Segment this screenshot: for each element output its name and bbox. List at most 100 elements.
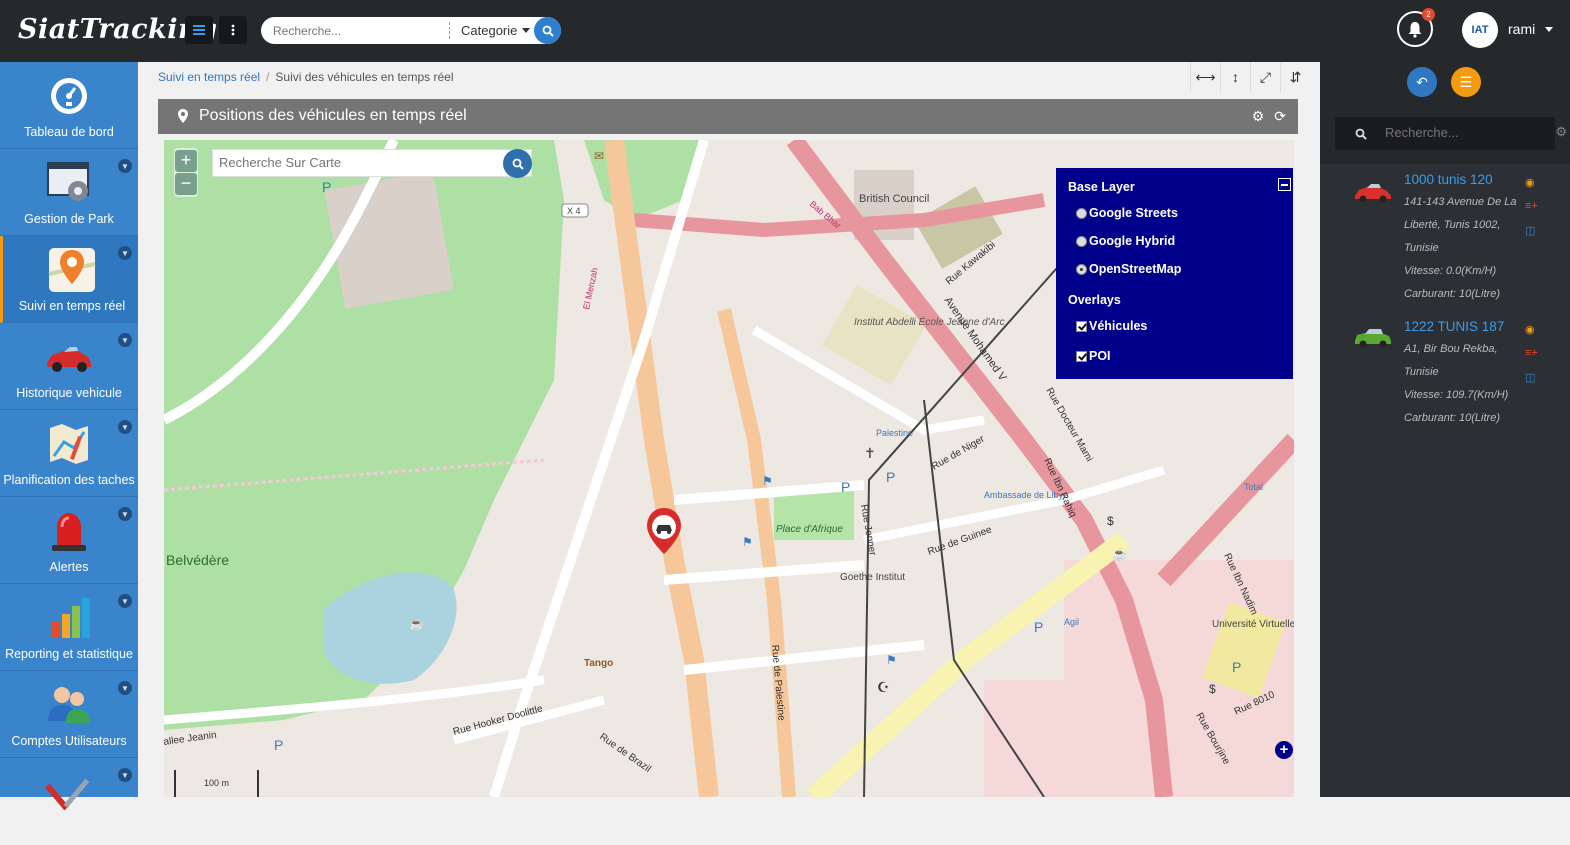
scale-label: 100 m <box>204 778 230 788</box>
vehicle-name-link[interactable]: 1222 TUNIS 187 <box>1404 319 1504 334</box>
user-menu-caret-icon[interactable] <box>1545 27 1553 32</box>
sidebar-item-history[interactable]: ▼ Historique vehicule <box>0 323 138 410</box>
parking-icon: P <box>322 179 331 195</box>
radio-button[interactable] <box>1076 207 1087 219</box>
fullscreen-icon[interactable]: ⤢ <box>1250 62 1280 92</box>
checkbox-checked[interactable] <box>1076 320 1087 332</box>
sidebar-item-users[interactable]: ▼ Comptes Utilisateurs <box>0 671 138 758</box>
speedometer-icon[interactable]: ◉ <box>1525 176 1535 189</box>
chevron-down-icon[interactable]: ▼ <box>118 768 132 782</box>
map-label: Total <box>1244 482 1263 492</box>
sidebar-item-realtime[interactable]: ▼ Suivi en temps réel <box>0 236 138 323</box>
gear-icon[interactable]: ⚙ <box>1555 124 1567 140</box>
sidebar-item-label: Gestion de Park <box>24 212 114 226</box>
map-label: Rue Jenner <box>858 504 878 557</box>
overlay-option[interactable]: Véhicules <box>1076 319 1147 333</box>
map-label: Rue Docteur Mami <box>1043 386 1094 464</box>
dashboard-icon <box>51 78 87 114</box>
add-list-icon[interactable]: ≡+ <box>1525 200 1538 212</box>
map-label: Rue Ibn Rahiq <box>1041 457 1078 520</box>
undo-arrow-icon: ↶ <box>1416 73 1428 90</box>
user-name[interactable]: rami <box>1508 21 1535 37</box>
more-options-button[interactable] <box>219 16 247 44</box>
overlay-option[interactable]: POI <box>1076 349 1111 363</box>
map-label: Rue de Brazil <box>597 731 652 774</box>
sidebar-item-label: Comptes Utilisateurs <box>11 734 127 748</box>
search-icon <box>542 25 554 37</box>
zoom-in-button[interactable]: + <box>175 150 197 172</box>
breadcrumb-separator: / <box>266 70 270 84</box>
back-button[interactable]: ↶ <box>1407 67 1437 97</box>
user-avatar[interactable]: IAT <box>1462 12 1498 48</box>
speedometer-icon[interactable]: ◉ <box>1525 323 1535 336</box>
notifications-button[interactable]: 2 <box>1397 8 1435 47</box>
sidebar-item-reporting[interactable]: ▼ Reporting et statistique <box>0 584 138 671</box>
map-search-input[interactable] <box>219 155 499 170</box>
vehicle-speed: Vitesse: 109.7(Km/H) <box>1404 389 1509 401</box>
sidebar-item-dashboard[interactable]: Tableau de bord <box>0 62 138 149</box>
map-marker-icon <box>178 109 188 123</box>
minimize-icon[interactable] <box>1278 178 1291 191</box>
refresh-icon[interactable]: ⟳ <box>1274 108 1286 125</box>
base-layer-option[interactable]: Google Hybrid <box>1076 234 1175 248</box>
sidebar-item-planning[interactable]: ▼ Planification des taches <box>0 410 138 497</box>
car-icon <box>1355 184 1391 203</box>
road <box>863 465 1166 545</box>
add-layer-button[interactable]: + <box>1275 741 1293 759</box>
breadcrumb-root-link[interactable]: Suivi en temps réel <box>158 70 260 84</box>
base-layer-option[interactable]: OpenStreetMap <box>1076 262 1181 276</box>
hamburger-icon <box>193 25 205 35</box>
checkbox-checked[interactable] <box>1076 350 1087 362</box>
chevron-down-icon[interactable]: ▼ <box>118 246 132 260</box>
list-icon: ☰ <box>1459 73 1473 90</box>
sidebar-item-tools[interactable]: ▼ <box>0 758 138 845</box>
list-menu-button[interactable]: ☰ <box>1451 67 1481 97</box>
chevron-down-icon[interactable]: ▼ <box>118 420 132 434</box>
view-toolbar: ⟷ ↕ ⤢ ⇵ <box>1190 62 1310 92</box>
map-label: Belvédère <box>166 552 229 568</box>
map-search-button[interactable] <box>503 149 532 178</box>
menu-toggle-button[interactable] <box>185 16 213 44</box>
map-label: Place d'Afrique <box>776 524 843 535</box>
breadcrumb-current: Suivi des véhicules en temps réel <box>275 70 454 84</box>
expand-vertical-icon[interactable]: ↕ <box>1220 62 1250 92</box>
map-label: Agil <box>1064 617 1079 627</box>
search-icon <box>512 158 524 170</box>
sidebar-item-alerts[interactable]: ▼ Alertes <box>0 497 138 584</box>
category-select[interactable]: Categorie <box>461 23 517 38</box>
breadcrumb: Suivi en temps réel / Suivi des véhicules … <box>158 70 453 84</box>
chevron-down-icon[interactable]: ▼ <box>118 594 132 608</box>
sort-icon[interactable]: ⇵ <box>1280 62 1310 92</box>
add-list-icon[interactable]: ≡+ <box>1525 347 1538 359</box>
bank-icon: $ <box>1209 682 1216 696</box>
radio-button[interactable] <box>1076 235 1087 247</box>
global-search-bar: Categorie <box>261 17 561 44</box>
chevron-down-icon[interactable]: ▼ <box>118 159 132 173</box>
expand-horizontal-icon[interactable]: ⟷ <box>1190 62 1220 92</box>
cafe-icon: ☕ <box>1112 546 1127 561</box>
radio-button-selected[interactable] <box>1076 263 1087 275</box>
map-canvas[interactable]: British Council Institut Abdelli École J… <box>164 140 1294 797</box>
settings-gear-icon[interactable]: ⚙ <box>1252 108 1265 125</box>
caret-down-icon[interactable] <box>522 28 530 33</box>
chevron-down-icon[interactable]: ▼ <box>118 333 132 347</box>
vehicle-fuel: Carburant: 10(Litre) <box>1404 288 1500 300</box>
map-plan-icon <box>50 424 88 464</box>
sidebar-item-park[interactable]: ▼ Gestion de Park <box>0 149 138 236</box>
base-layer-option[interactable]: Google Streets <box>1076 206 1178 220</box>
mail-icon: ✉ <box>594 149 604 163</box>
layer-switcher: Base Layer Google Streets Google Hybrid … <box>1056 168 1293 379</box>
global-search-input[interactable] <box>273 21 443 40</box>
vehicle-address: 141-143 Avenue De La <box>1404 196 1517 208</box>
vehicle-search-input[interactable] <box>1385 125 1525 140</box>
zoom-out-button[interactable]: − <box>175 173 197 195</box>
global-search-button[interactable] <box>534 17 561 44</box>
vehicle-name-link[interactable]: 1000 tunis 120 <box>1404 172 1493 187</box>
vehicle-address: Tunisie <box>1404 366 1439 378</box>
parking-icon: P <box>841 479 850 495</box>
car-follow-icon[interactable]: ◫ <box>1525 224 1535 237</box>
chevron-down-icon[interactable]: ▼ <box>118 507 132 521</box>
chevron-down-icon[interactable]: ▼ <box>118 681 132 695</box>
car-follow-icon[interactable]: ◫ <box>1525 371 1535 384</box>
car-icon <box>47 347 91 372</box>
